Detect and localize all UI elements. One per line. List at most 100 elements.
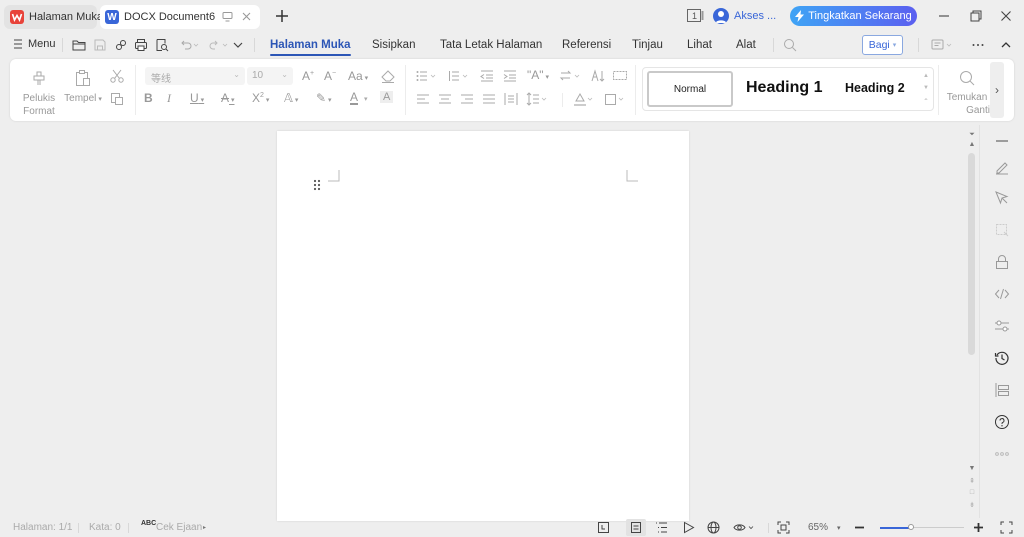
open-folder-icon[interactable] bbox=[71, 37, 87, 53]
increase-indent-icon[interactable] bbox=[502, 68, 518, 84]
tab-sisipkan[interactable]: Sisipkan bbox=[372, 39, 415, 51]
print-icon[interactable] bbox=[133, 37, 149, 53]
zoom-in-button[interactable] bbox=[972, 521, 985, 534]
document-body[interactable] bbox=[340, 182, 626, 202]
align-center-icon[interactable] bbox=[437, 91, 453, 107]
vertical-scrollbar[interactable]: ⏷ ▲ ▼ ⇞ □ ⇟ bbox=[965, 131, 979, 518]
scroll-down-icon[interactable]: ▼ bbox=[968, 465, 976, 472]
page-view-icon[interactable] bbox=[626, 519, 646, 536]
strikethrough-icon[interactable]: A ▾ bbox=[221, 91, 234, 105]
font-color-icon[interactable]: A bbox=[350, 91, 359, 105]
justify-icon[interactable] bbox=[481, 91, 497, 107]
previous-page-icon[interactable]: ⇞ bbox=[968, 477, 976, 485]
tab-lihat[interactable]: Lihat bbox=[687, 39, 712, 51]
collapse-ribbon-icon[interactable] bbox=[998, 37, 1014, 53]
tab-document[interactable]: W DOCX Document6 bbox=[100, 5, 260, 29]
comment-icon[interactable] bbox=[930, 37, 954, 53]
font-name-select[interactable]: 等线 ⌄ bbox=[145, 67, 245, 85]
save-icon[interactable] bbox=[92, 37, 108, 53]
page-count-badge[interactable]: 1 bbox=[687, 9, 704, 22]
scroll-up-icon[interactable]: ▲ bbox=[922, 70, 930, 82]
share-button[interactable]: Bagi ▾ bbox=[862, 35, 903, 55]
sort-icon[interactable] bbox=[590, 68, 606, 84]
select-pointer-icon[interactable] bbox=[994, 190, 1010, 206]
find-replace-button[interactable]: Temukan Ganti bbox=[944, 69, 990, 117]
align-left-icon[interactable] bbox=[415, 91, 431, 107]
text-direction-icon[interactable] bbox=[559, 68, 583, 84]
tab-tinjau[interactable]: Tinjau bbox=[632, 39, 663, 51]
pen-edit-icon[interactable] bbox=[994, 159, 1010, 175]
distributed-align-icon[interactable] bbox=[503, 91, 519, 107]
undo-icon[interactable] bbox=[178, 37, 200, 53]
scrollbar-thumb[interactable] bbox=[968, 153, 975, 355]
grow-font-icon[interactable]: A+ bbox=[302, 69, 314, 83]
cut-icon[interactable] bbox=[109, 68, 125, 84]
avatar[interactable] bbox=[713, 8, 729, 24]
help-icon[interactable] bbox=[994, 414, 1010, 430]
upgrade-button[interactable]: Tingkatkan Sekarang bbox=[790, 6, 917, 26]
copy-icon[interactable] bbox=[109, 91, 125, 107]
web-layout-icon[interactable] bbox=[707, 521, 720, 534]
zoom-level[interactable]: 65% bbox=[808, 522, 828, 533]
style-heading-1[interactable]: Heading 1 bbox=[746, 79, 822, 97]
print-preview-icon[interactable] bbox=[154, 37, 170, 53]
outline-navigation-icon[interactable] bbox=[994, 382, 1010, 398]
bold-icon[interactable]: B bbox=[144, 91, 153, 105]
scroll-up-icon[interactable]: ▲ bbox=[968, 141, 976, 148]
text-effect-icon[interactable]: 𝔸 ▾ bbox=[284, 91, 298, 105]
new-tab-button[interactable] bbox=[274, 8, 290, 24]
fullscreen-icon[interactable] bbox=[1000, 521, 1013, 534]
format-painter-button[interactable]: Pelukis Format bbox=[22, 69, 56, 118]
restore-button[interactable] bbox=[968, 8, 984, 24]
scroll-down-icon[interactable]: ▼ bbox=[922, 82, 930, 94]
styles-scroll[interactable]: ▲ ▼ ⩡ bbox=[922, 70, 930, 106]
expand-styles-icon[interactable]: ⩡ bbox=[922, 94, 930, 106]
play-slideshow-icon[interactable] bbox=[682, 521, 695, 534]
settings-sliders-icon[interactable] bbox=[994, 318, 1010, 334]
search-icon[interactable] bbox=[782, 37, 798, 53]
borders-icon[interactable] bbox=[603, 91, 627, 107]
tab-referensi[interactable]: Referensi bbox=[562, 39, 611, 51]
underline-icon[interactable]: U ▾ bbox=[190, 91, 204, 105]
chevron-down-icon[interactable]: ▾ bbox=[364, 95, 368, 103]
fit-page-icon[interactable] bbox=[777, 521, 790, 534]
word-count[interactable]: Kata: 0 bbox=[89, 522, 121, 533]
highlight-icon[interactable]: ✎ ▾ bbox=[316, 91, 332, 105]
align-right-icon[interactable] bbox=[459, 91, 475, 107]
more-icon[interactable] bbox=[994, 446, 1010, 462]
page-indicator[interactable]: Halaman: 1/1 bbox=[13, 522, 72, 533]
reading-mode-icon[interactable] bbox=[597, 521, 610, 534]
monitor-icon[interactable] bbox=[222, 11, 233, 22]
zoom-out-button[interactable] bbox=[853, 521, 866, 534]
numbered-list-icon[interactable] bbox=[447, 68, 471, 84]
clear-formatting-icon[interactable] bbox=[380, 68, 396, 84]
history-icon[interactable] bbox=[994, 350, 1010, 366]
drag-handle-icon[interactable] bbox=[313, 179, 321, 191]
zoom-slider-knob[interactable] bbox=[908, 524, 915, 530]
line-spacing-icon[interactable] bbox=[526, 91, 550, 107]
superscript-icon[interactable]: X2 ▾ bbox=[252, 91, 269, 105]
italic-icon[interactable]: I bbox=[167, 91, 171, 106]
spellcheck-menu-icon[interactable]: ▸ bbox=[203, 524, 206, 531]
font-size-select[interactable]: 10 ⌄ bbox=[247, 67, 293, 85]
eye-protection-icon[interactable] bbox=[733, 521, 757, 534]
more-options-icon[interactable] bbox=[970, 37, 986, 53]
paste-button[interactable]: Tempel ▾ bbox=[62, 69, 104, 106]
tab-halaman-muka[interactable]: Halaman Muka bbox=[270, 39, 351, 56]
spellcheck-button[interactable]: Cek Ejaan bbox=[156, 522, 202, 533]
tab-alat[interactable]: Alat bbox=[736, 39, 756, 51]
code-icon[interactable] bbox=[994, 286, 1010, 302]
page-up-icon[interactable]: ⏷ bbox=[968, 131, 976, 139]
minimize-button[interactable] bbox=[936, 8, 952, 24]
style-normal[interactable]: Normal bbox=[647, 71, 733, 107]
menu-button[interactable]: Menu bbox=[14, 38, 56, 50]
zoom-slider[interactable] bbox=[880, 524, 964, 530]
redo-icon[interactable] bbox=[207, 37, 229, 53]
outline-view-icon[interactable] bbox=[655, 521, 668, 534]
paragraph-shading-icon[interactable] bbox=[572, 91, 596, 107]
style-heading-2[interactable]: Heading 2 bbox=[845, 81, 905, 95]
lock-icon[interactable] bbox=[994, 254, 1010, 270]
tab-tata-letak-halaman[interactable]: Tata Letak Halaman bbox=[440, 39, 542, 51]
collapse-sidebar-icon[interactable] bbox=[994, 133, 1010, 149]
frame-select-icon[interactable] bbox=[994, 222, 1010, 238]
